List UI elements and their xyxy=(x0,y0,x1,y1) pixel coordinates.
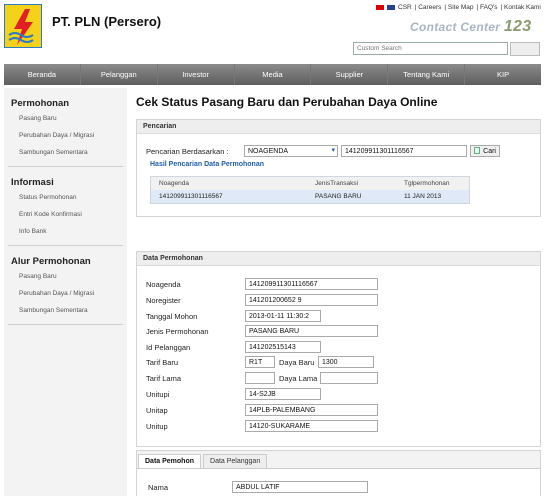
pencarian-label: Pencarian Berdasarkan : xyxy=(146,147,229,156)
label-jenis: Jenis Permohonan xyxy=(146,327,209,336)
page-title: Cek Status Pasang Baru dan Perubahan Day… xyxy=(136,95,438,109)
label-noregister: Noregister xyxy=(146,296,181,305)
sidebar-item-info-bank[interactable]: Info Bank xyxy=(19,228,127,239)
uk-flag-icon[interactable] xyxy=(387,4,395,10)
label-tarif-baru: Tarif Baru xyxy=(146,358,179,367)
hasil-table: Noagenda JenisTransaksi Tglpermohonan 14… xyxy=(150,176,470,204)
pencarian-header: Pencarian xyxy=(137,120,540,134)
table-header: Noagenda JenisTransaksi Tglpermohonan xyxy=(151,177,469,190)
link-csr[interactable]: CSR xyxy=(398,4,412,11)
divider xyxy=(8,245,123,246)
field-unitupi[interactable]: 14-S2JB xyxy=(245,388,321,400)
label-nama: Nama xyxy=(148,483,169,492)
pencarian-select-value: NOAGENDA xyxy=(248,148,289,155)
sidebar-heading-alur: Alur Permohonan xyxy=(11,256,91,267)
cari-button[interactable]: Cari xyxy=(470,145,500,157)
nav-investor[interactable]: Investor xyxy=(158,64,235,85)
tab-data-pelanggan[interactable]: Data Pelanggan xyxy=(203,454,268,468)
col-noagenda[interactable]: Noagenda xyxy=(151,177,301,190)
company-name: PT. PLN (Persero) xyxy=(52,14,162,29)
col-jenis[interactable]: JenisTransaksi xyxy=(301,177,396,190)
label-unitap: Unitap xyxy=(146,406,168,415)
label-noagenda: Noagenda xyxy=(146,280,181,289)
search-button[interactable] xyxy=(510,42,540,56)
link-faq[interactable]: FAQ's xyxy=(480,4,498,11)
field-noregister[interactable]: 141201200652 9 xyxy=(245,294,378,306)
field-tarif-baru[interactable]: R1T xyxy=(245,356,275,368)
link-sitemap[interactable]: Site Map xyxy=(448,4,474,11)
data-permohonan-header: Data Permohonan xyxy=(137,252,540,266)
sidebar-heading-informasi: Informasi xyxy=(11,177,54,188)
field-jenis[interactable]: PASANG BARU xyxy=(245,325,378,337)
search-icon xyxy=(474,147,480,154)
divider xyxy=(8,166,123,167)
sidebar-item-sambungan-sementara[interactable]: Sambungan Sementara xyxy=(19,149,127,160)
field-daya-lama[interactable] xyxy=(320,372,378,384)
label-tanggal: Tanggal Mohon xyxy=(146,312,198,321)
sidebar: Permohonan Pasang Baru Perubahan Daya / … xyxy=(4,88,127,496)
top-links: CSR | Careers | Site Map | FAQ's | Kontak Ka… xyxy=(376,4,544,11)
pencarian-select[interactable]: NOAGENDA ▾ xyxy=(244,145,338,157)
nav-media[interactable]: Media xyxy=(235,64,312,85)
search-input[interactable] xyxy=(353,42,508,55)
label-tarif-lama: Tarif Lama xyxy=(146,374,182,383)
contact-center-text: Contact Center xyxy=(410,20,501,34)
sidebar-item-perubahan-daya[interactable]: Perubahan Daya / Migrasi xyxy=(19,132,127,143)
label-idpel: Id Pelanggan xyxy=(146,343,191,352)
nav-tentang-kami[interactable]: Tentang Kami xyxy=(388,64,466,85)
contact-center-banner: Contact Center 123 xyxy=(410,18,531,36)
hasil-title: Hasil Pencarian Data Permohonan xyxy=(150,161,264,168)
chevron-down-icon: ▾ xyxy=(331,147,335,154)
cell-noagenda: 141209911301116567 xyxy=(159,193,223,200)
pencarian-input[interactable]: 141209911301116567 xyxy=(341,145,467,157)
label-daya-baru: Daya Baru xyxy=(279,358,315,367)
nav-beranda[interactable]: Beranda xyxy=(4,64,81,85)
field-tanggal[interactable]: 2013-01-11 11:30:2 xyxy=(245,310,321,322)
field-tarif-lama[interactable] xyxy=(245,372,275,384)
cell-jenis: PASANG BARU xyxy=(315,193,362,200)
sidebar-item-pasang-baru[interactable]: Pasang Baru xyxy=(19,115,127,126)
main-nav: Beranda Pelanggan Investor Media Supplie… xyxy=(4,64,541,85)
field-nama[interactable]: ABDUL LATIF xyxy=(232,481,368,493)
field-daya-baru[interactable]: 1300 xyxy=(318,356,374,368)
divider xyxy=(8,324,123,325)
sidebar-item-alur-pasang-baru[interactable]: Pasang Baru xyxy=(19,273,127,284)
label-unitup: Unitup xyxy=(146,422,168,431)
cari-button-label: Cari xyxy=(483,148,496,155)
cell-tgl: 11 JAN 2013 xyxy=(404,193,442,200)
tab-bar: Data Pemohon Data Pelanggan xyxy=(138,454,269,468)
link-careers[interactable]: Careers xyxy=(418,4,441,11)
sidebar-item-entri-kode[interactable]: Entri Kode Konfirmasi xyxy=(19,211,127,222)
field-unitup[interactable]: 14120-SUKARAME xyxy=(245,420,378,432)
label-unitupi: Unitupi xyxy=(146,390,170,399)
nav-supplier[interactable]: Supplier xyxy=(311,64,389,85)
contact-center-number: 123 xyxy=(503,18,532,35)
nav-pelanggan[interactable]: Pelanggan xyxy=(81,64,158,85)
tab-data-pemohon[interactable]: Data Pemohon xyxy=(138,454,202,468)
field-idpel[interactable]: 141202515143 xyxy=(245,341,321,353)
sidebar-item-status-permohonan[interactable]: Status Permohonan xyxy=(19,194,127,205)
field-noagenda[interactable]: 141209911301116567 xyxy=(245,278,378,290)
table-row[interactable]: 141209911301116567 PASANG BARU 11 JAN 20… xyxy=(151,190,469,203)
col-tgl[interactable]: Tglpermohonan xyxy=(396,177,469,190)
pln-logo[interactable] xyxy=(4,4,42,48)
nav-kip[interactable]: KIP xyxy=(465,64,541,85)
sidebar-item-alur-perubahan-daya[interactable]: Perubahan Daya / Migrasi xyxy=(19,290,127,301)
sidebar-heading-permohonan: Permohonan xyxy=(11,98,70,109)
indonesia-flag-icon[interactable] xyxy=(376,4,384,10)
sidebar-item-alur-sambungan[interactable]: Sambungan Sementara xyxy=(19,307,127,318)
field-unitap[interactable]: 14PLB-PALEMBANG xyxy=(245,404,378,416)
link-kontak[interactable]: Kontak Kami xyxy=(504,4,541,11)
label-daya-lama: Daya Lama xyxy=(279,374,318,383)
